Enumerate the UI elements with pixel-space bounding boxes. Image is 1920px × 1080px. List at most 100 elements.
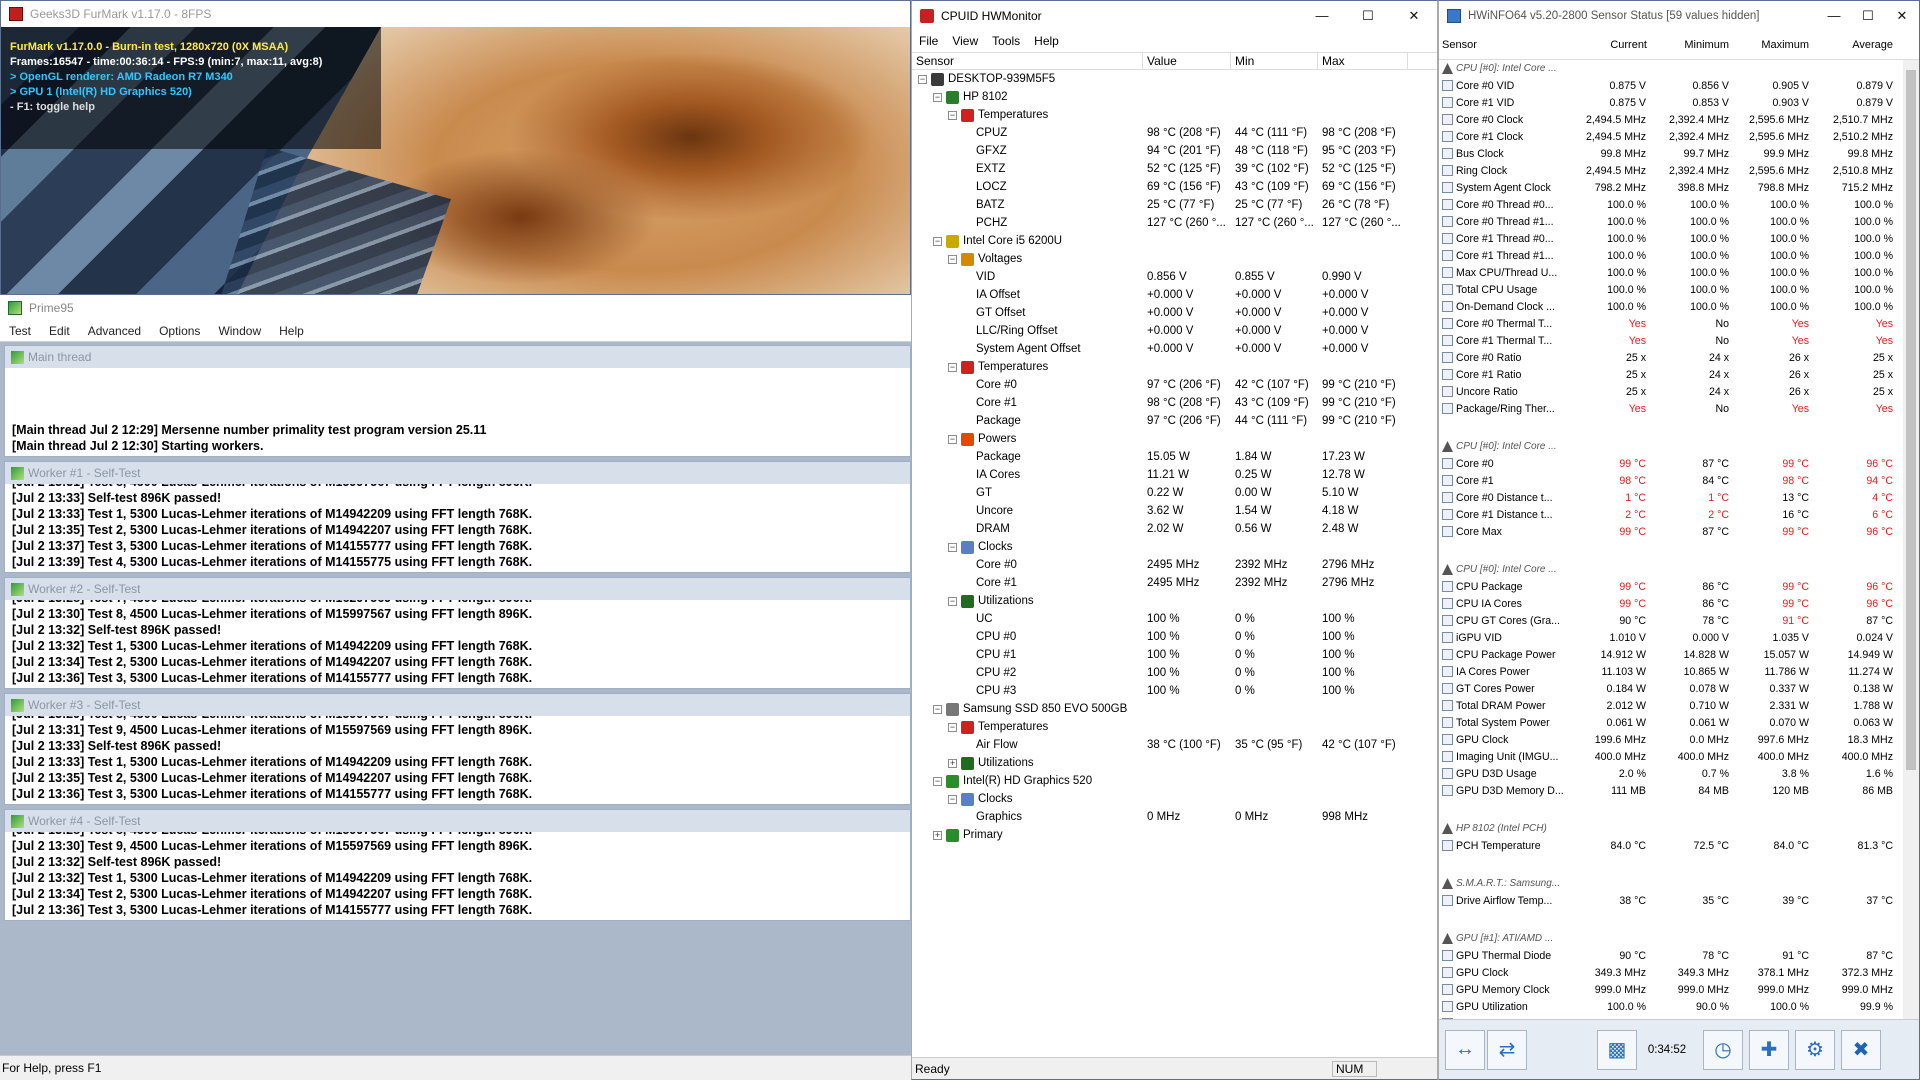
collapse-icon[interactable]: − xyxy=(933,92,942,102)
sensor-row[interactable]: Core #1 98 °C 84 °C 98 °C 94 °C xyxy=(1439,472,1899,489)
sensor-row[interactable]: IA Cores 11.21 W 0.25 W 12.78 W xyxy=(912,466,1437,484)
expand-icon[interactable]: + xyxy=(933,830,942,840)
collapse-icon[interactable]: − xyxy=(948,362,957,372)
sensor-group-row[interactable]: − Temperatures xyxy=(912,718,1437,736)
minimize-button[interactable]: — xyxy=(1817,1,1851,30)
sensor-group-row[interactable]: − Samsung SSD 850 EVO 500GB xyxy=(912,700,1437,718)
furmark-window[interactable]: Geeks3D FurMark v1.17.0 - 8FPS FurMark v… xyxy=(0,0,911,295)
furmark-titlebar[interactable]: Geeks3D FurMark v1.17.0 - 8FPS xyxy=(1,1,910,27)
maximize-button[interactable]: ☐ xyxy=(1851,1,1885,30)
sensor-row[interactable]: iGPU VID 1.010 V 0.000 V 1.035 V 0.024 V xyxy=(1439,629,1899,646)
sensor-row[interactable]: System Agent Clock 798.2 MHz 398.8 MHz 798.… xyxy=(1439,179,1899,196)
clock-icon[interactable]: ◷ xyxy=(1703,1029,1743,1070)
sensor-group-header[interactable]: GPU [#1]: ATI/AMD ... xyxy=(1439,930,1899,947)
sensor-row[interactable]: CPU #1 100 % 0 % 100 % xyxy=(912,646,1437,664)
settings-icon[interactable]: ⚙ xyxy=(1795,1029,1835,1070)
sensor-row[interactable]: Total CPU Usage 100.0 % 100.0 % 100.0 % 100.… xyxy=(1439,281,1899,298)
collapse-icon[interactable]: − xyxy=(948,722,957,732)
sensor-row[interactable]: CPU Package 99 °C 86 °C 99 °C 96 °C xyxy=(1439,578,1899,595)
hwinfo-scrollbar[interactable] xyxy=(1903,60,1919,1020)
sensor-row[interactable]: Imaging Unit (IMGU... 400.0 MHz 400.0 MHz 4… xyxy=(1439,748,1899,765)
sensor-row[interactable]: Uncore Ratio 25 x 24 x 26 x 25 x xyxy=(1439,383,1899,400)
sensor-group-row[interactable]: − HP 8102 xyxy=(912,88,1437,106)
sensor-group-row[interactable]: − Intel Core i5 6200U xyxy=(912,232,1437,250)
sensor-row[interactable]: Core #1 Thermal T... Yes No Yes Yes xyxy=(1439,332,1899,349)
menu-tools[interactable]: Tools xyxy=(985,34,1027,48)
sensor-row[interactable]: LLC/Ring Offset +0.000 V +0.000 V +0.000 V xyxy=(912,322,1437,340)
sensor-row[interactable]: PCHZ 127 °C (260 °... 127 °C (260 °... 127 … xyxy=(912,214,1437,232)
sensor-row[interactable]: Core #1 2495 MHz 2392 MHz 2796 MHz xyxy=(912,574,1437,592)
menu-test[interactable]: Test xyxy=(0,324,40,338)
sensor-row[interactable]: GPU D3D Memory D... 111 MB 84 MB 120 MB 86 M… xyxy=(1439,782,1899,799)
sensor-row[interactable]: VID 0.856 V 0.855 V 0.990 V xyxy=(912,268,1437,286)
sensor-row[interactable]: DRAM 2.02 W 0.56 W 2.48 W xyxy=(912,520,1437,538)
sensor-group-row[interactable]: − DESKTOP-939M5F5 xyxy=(912,70,1437,88)
sensor-group-header[interactable]: HP 8102 (Intel PCH) xyxy=(1439,820,1899,837)
column-minimum[interactable]: Minimum xyxy=(1651,39,1733,51)
collapse-icon[interactable]: − xyxy=(948,110,957,120)
child-window-titlebar[interactable]: Worker #4 - Self-Test xyxy=(5,810,910,832)
collapse-icon[interactable]: − xyxy=(948,596,957,606)
menu-help[interactable]: Help xyxy=(270,324,313,338)
sensor-row[interactable]: Core #0 Clock 2,494.5 MHz 2,392.4 MHz 2,595… xyxy=(1439,111,1899,128)
hwmonitor-window[interactable]: CPUID HWMonitor — ☐ ✕ File View Tools He… xyxy=(911,0,1438,1080)
hwinfo-window[interactable]: HWiNFO64 v5.20-2800 Sensor Status [59 va… xyxy=(1438,0,1920,1080)
collapse-icon[interactable]: − xyxy=(933,704,942,714)
sensor-row[interactable]: Package 15.05 W 1.84 W 17.23 W xyxy=(912,448,1437,466)
sensor-row[interactable]: CPU IA Cores 99 °C 86 °C 99 °C 96 °C xyxy=(1439,595,1899,612)
sensor-row[interactable]: Package/Ring Ther... Yes No Yes Yes xyxy=(1439,400,1899,417)
sensor-row[interactable]: CPU Package Power 14.912 W 14.828 W 15.057 … xyxy=(1439,646,1899,663)
collapse-icon[interactable]: − xyxy=(918,74,927,84)
menu-help[interactable]: Help xyxy=(1027,34,1066,48)
sensor-group-header[interactable]: CPU [#0]: Intel Core ... xyxy=(1439,561,1899,578)
sensor-row[interactable]: BATZ 25 °C (77 °F) 25 °C (77 °F) 26 °C (78 … xyxy=(912,196,1437,214)
sensor-group-row[interactable]: + Utilizations xyxy=(912,754,1437,772)
hwmonitor-sensor-tree[interactable]: − DESKTOP-939M5F5− HP 8102 − Temperatures CPU… xyxy=(912,70,1437,844)
prime95-child-window[interactable]: Worker #3 - Self-Test [Jul 2 13:29] Test … xyxy=(4,693,911,805)
menu-advanced[interactable]: Advanced xyxy=(79,324,150,338)
sensor-row[interactable]: UC 100 % 0 % 100 % xyxy=(912,610,1437,628)
child-window-titlebar[interactable]: Worker #3 - Self-Test xyxy=(5,694,910,716)
sensor-row[interactable]: GPU Clock 199.6 MHz 0.0 MHz 997.6 MHz 18.3 M… xyxy=(1439,731,1899,748)
sensor-group-row[interactable]: − Voltages xyxy=(912,250,1437,268)
sensor-row[interactable]: GT Cores Power 0.184 W 0.078 W 0.337 W 0.138… xyxy=(1439,680,1899,697)
prime95-child-window[interactable]: Worker #4 - Self-Test [Jul 2 13:28] Test … xyxy=(4,809,911,921)
sensor-row[interactable]: Package 97 °C (206 °F) 44 °C (111 °F) 99 °C… xyxy=(912,412,1437,430)
sensor-row[interactable]: Total DRAM Power 2.012 W 0.710 W 2.331 W 1.7… xyxy=(1439,697,1899,714)
sensor-row[interactable]: Air Flow 38 °C (100 °F) 35 °C (95 °F) 42 °C… xyxy=(912,736,1437,754)
sensor-row[interactable]: GT 0.22 W 0.00 W 5.10 W xyxy=(912,484,1437,502)
arrows-left-right-icon[interactable]: ↔ xyxy=(1445,1029,1485,1070)
column-maximum[interactable]: Maximum xyxy=(1733,39,1813,51)
column-sensor[interactable]: Sensor xyxy=(1439,39,1569,51)
collapse-icon[interactable]: − xyxy=(948,434,957,444)
arrows-collapse-icon[interactable]: ⇄ xyxy=(1487,1029,1527,1070)
child-window-titlebar[interactable]: Main thread xyxy=(5,346,910,368)
add-report-icon[interactable]: ✚ xyxy=(1749,1029,1789,1070)
sensor-row[interactable]: Core #1 98 °C (208 °F) 43 °C (109 °F) 99 °C… xyxy=(912,394,1437,412)
collapse-icon[interactable]: − xyxy=(948,542,957,552)
menu-file[interactable]: File xyxy=(912,34,945,48)
sensor-group-row[interactable]: − Utilizations xyxy=(912,592,1437,610)
sensor-row[interactable]: GPU D3D Usage 2.0 % 0.7 % 3.8 % 1.6 % xyxy=(1439,765,1899,782)
scrollbar-thumb[interactable] xyxy=(1906,70,1916,770)
sensor-group-row[interactable]: + Primary xyxy=(912,826,1437,844)
sensor-row[interactable]: GPU Utilization 100.0 % 90.0 % 100.0 % 99.9 … xyxy=(1439,998,1899,1015)
column-value[interactable]: Value xyxy=(1143,53,1231,69)
sensor-row[interactable]: Core #1 VID 0.875 V 0.853 V 0.903 V 0.879 V xyxy=(1439,94,1899,111)
sensor-row[interactable]: GPU Clock 349.3 MHz 349.3 MHz 378.1 MHz 372.… xyxy=(1439,964,1899,981)
sensor-row[interactable]: Bus Clock 99.8 MHz 99.7 MHz 99.9 MHz 99.8 MH… xyxy=(1439,145,1899,162)
sensor-row[interactable]: System Agent Offset +0.000 V +0.000 V +0.00… xyxy=(912,340,1437,358)
sensor-row[interactable]: Core #0 Thermal T... Yes No Yes Yes xyxy=(1439,315,1899,332)
close-icon[interactable]: ✖ xyxy=(1841,1029,1881,1070)
sensor-row[interactable]: On-Demand Clock ... 100.0 % 100.0 % 100.0 %… xyxy=(1439,298,1899,315)
sensor-row[interactable]: Core #0 Distance t... 1 °C 1 °C 13 °C 4 °C xyxy=(1439,489,1899,506)
sensor-row[interactable]: GPU Thermal Diode 90 °C 78 °C 91 °C 87 °C xyxy=(1439,947,1899,964)
menu-options[interactable]: Options xyxy=(150,324,209,338)
sensor-row[interactable]: IA Offset +0.000 V +0.000 V +0.000 V xyxy=(912,286,1437,304)
sensor-group-header[interactable]: S.M.A.R.T.: Samsung... xyxy=(1439,875,1899,892)
sensor-row[interactable]: Graphics 0 MHz 0 MHz 998 MHz xyxy=(912,808,1437,826)
sensor-row[interactable]: Ring Clock 2,494.5 MHz 2,392.4 MHz 2,595.6 … xyxy=(1439,162,1899,179)
sensor-row[interactable]: Core #0 2495 MHz 2392 MHz 2796 MHz xyxy=(912,556,1437,574)
sensor-group-row[interactable]: − Powers xyxy=(912,430,1437,448)
close-button[interactable]: ✕ xyxy=(1885,1,1919,30)
